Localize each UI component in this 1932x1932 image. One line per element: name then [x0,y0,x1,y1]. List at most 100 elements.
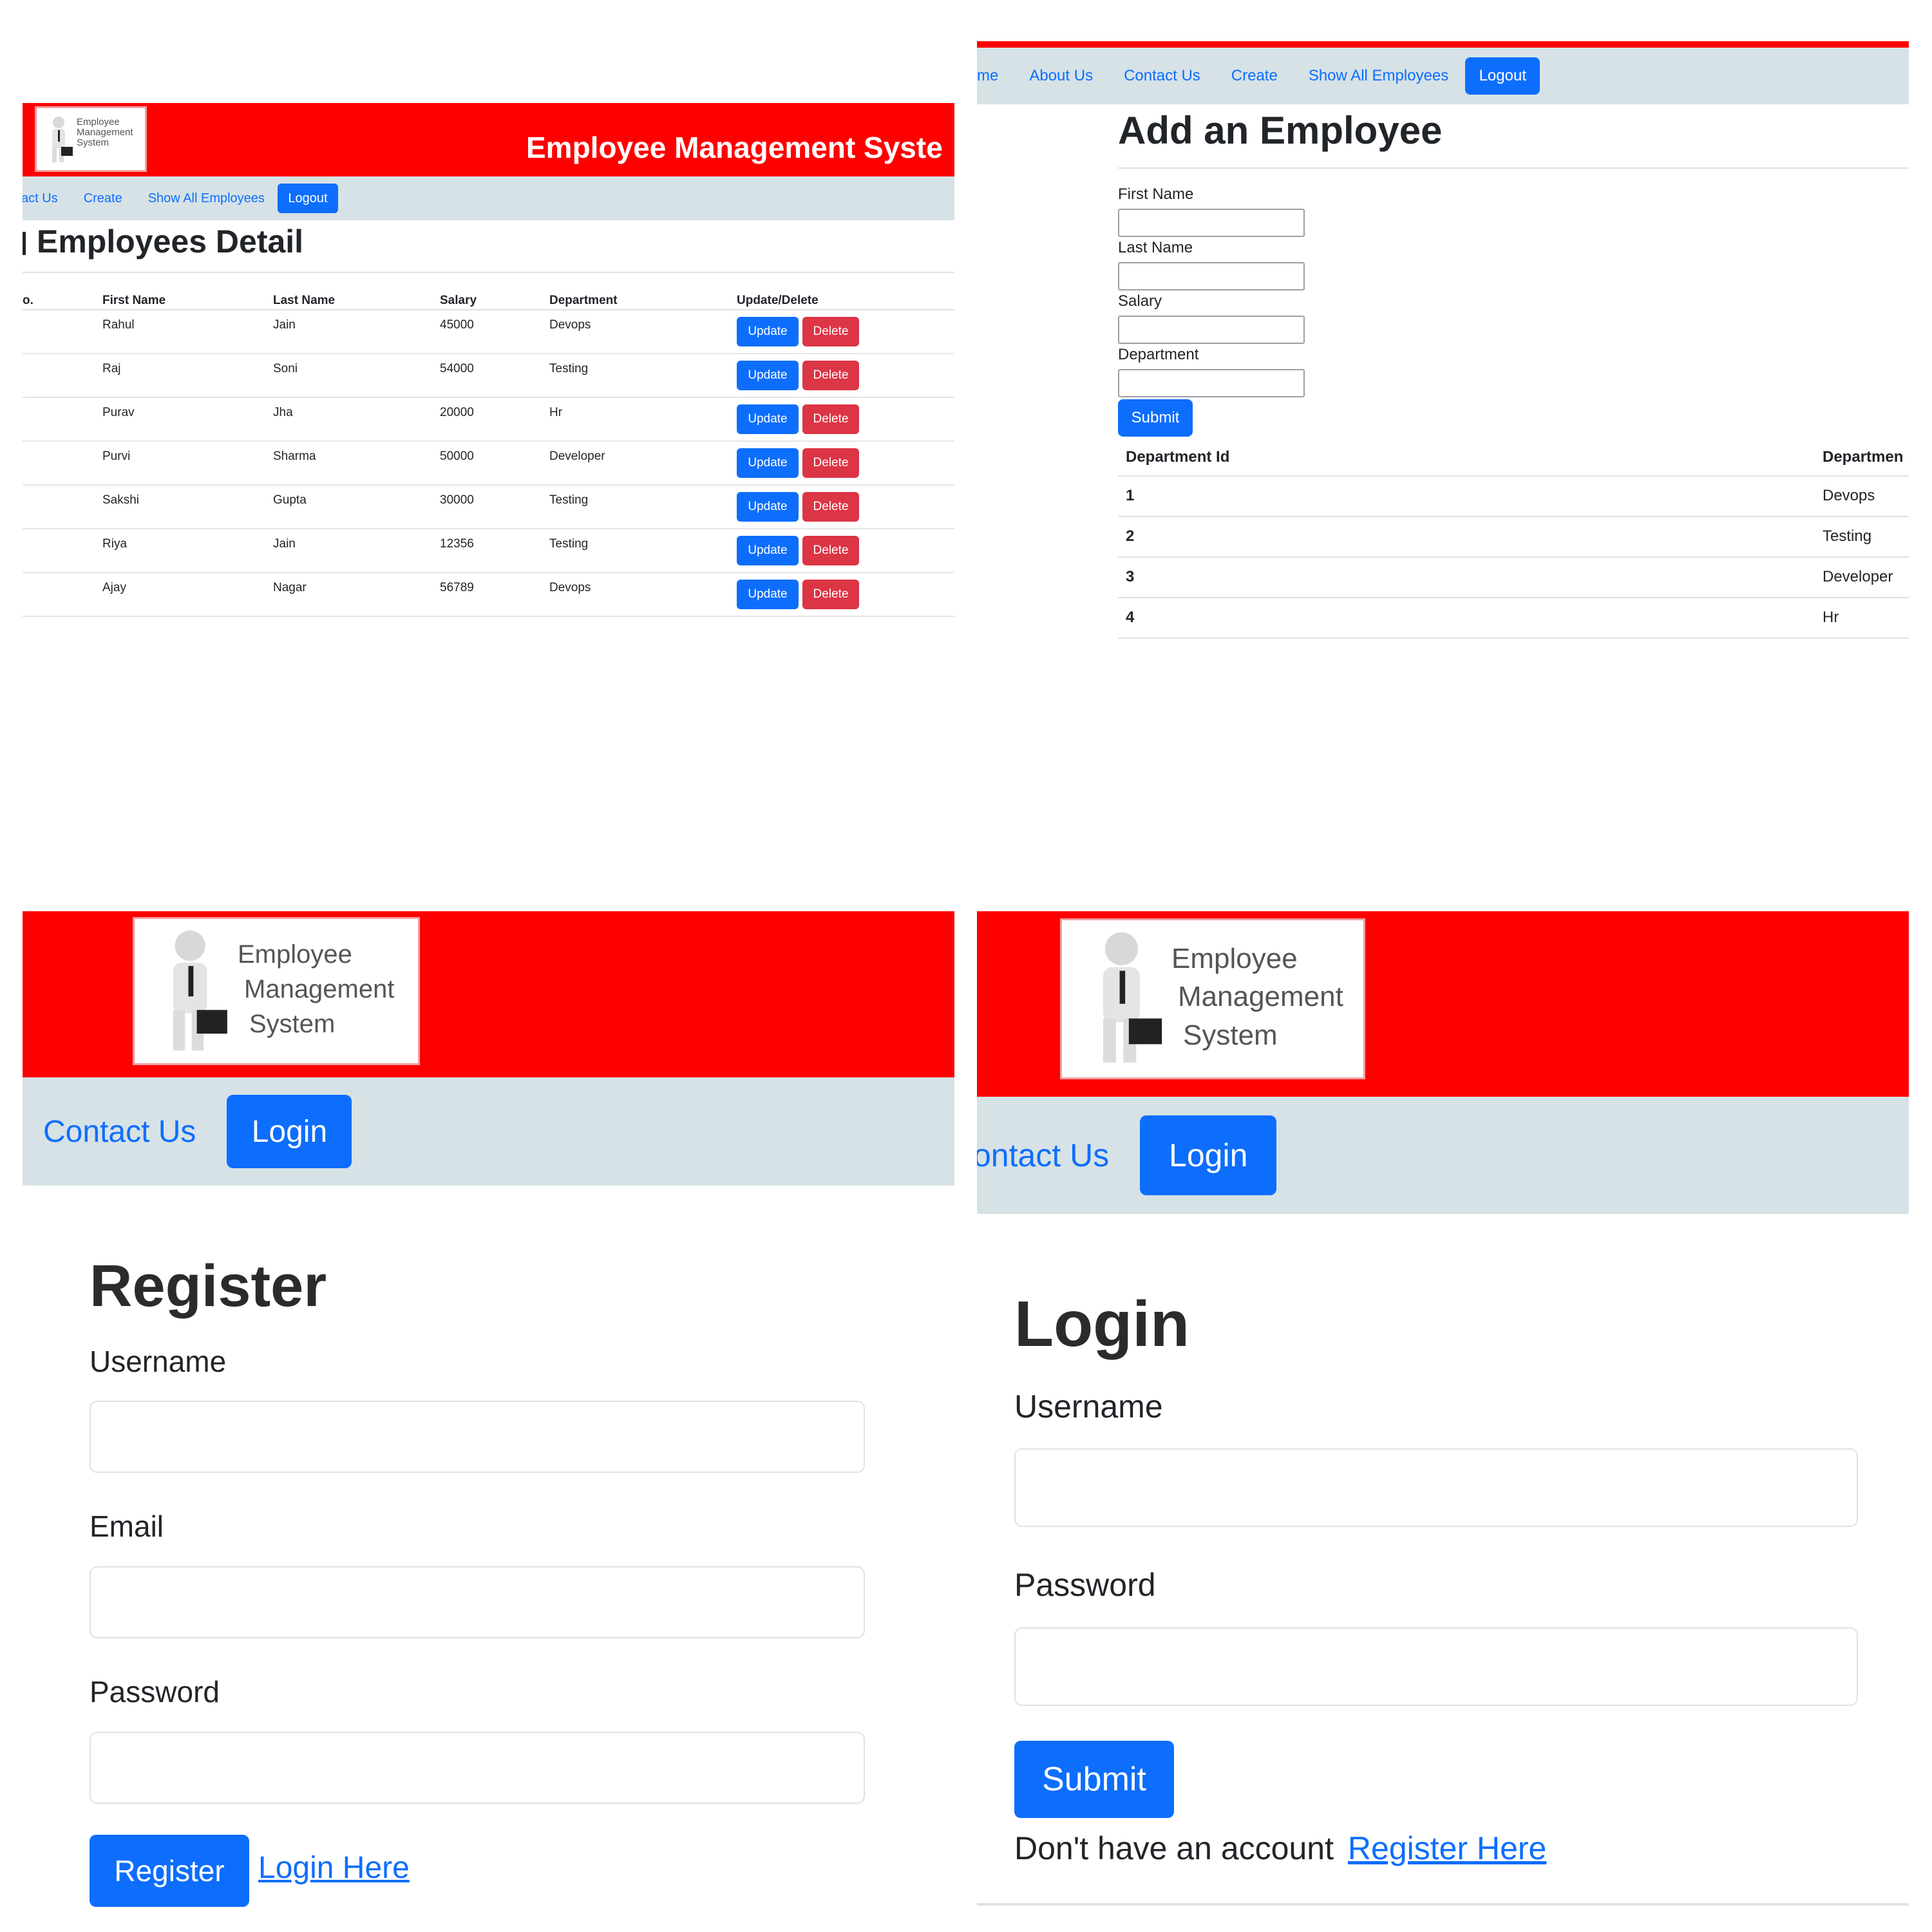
username-label: Username [1014,1388,1163,1425]
page-title: Employees Detail [37,223,304,260]
logout-button[interactable]: Logout [1465,57,1540,95]
logout-button[interactable]: Logout [277,184,338,213]
delete-button[interactable]: Delete [802,448,859,478]
department-id-cell: 4 [1126,609,1135,626]
last-name-input[interactable] [1118,262,1305,290]
username-input[interactable] [90,1401,865,1473]
businessman-with-briefcase-icon [173,930,227,1051]
nav-bar: ontact Us Login [977,1097,1909,1214]
left-accent [23,232,26,255]
salary-input[interactable] [1118,316,1305,344]
email-label: Email [90,1510,164,1543]
submit-button[interactable]: Submit [1014,1741,1174,1818]
department-cell: Devops [549,581,591,594]
col-department-name: Departmen [1823,448,1904,466]
nav-contact-us[interactable]: Contact Us [43,1114,196,1150]
email-input[interactable] [90,1566,865,1638]
nav-create[interactable]: Create [1231,67,1278,85]
password-label: Password [90,1675,220,1709]
department-label: Department [1118,346,1199,363]
update-button[interactable]: Update [737,492,799,522]
nav-home[interactable]: me [977,67,998,85]
app-logo: Employee Management System [133,917,420,1065]
register-here-link[interactable]: Register Here [1348,1830,1546,1866]
delete-button[interactable]: Delete [802,404,859,434]
update-button[interactable]: Update [737,404,799,434]
submit-button[interactable]: Submit [1118,399,1193,437]
department-cell: Testing [549,493,589,507]
logo-text: Employee Management System [1171,943,1343,1051]
app-logo: Employee Management System [1060,918,1365,1079]
department-table: Department Id Departmen 1 Devops 2 Testing 3… [1118,439,1909,639]
password-label: Password [1014,1567,1156,1603]
register-prompt-text: Don't have an account [1014,1830,1334,1866]
department-table-body: 1 Devops 2 Testing 3 Developer 4 Hr [1118,477,1909,639]
nav-create[interactable]: Create [84,191,122,206]
department-cell: Developer [549,450,605,463]
salary-cell: 54000 [440,362,474,375]
update-button[interactable]: Update [737,361,799,390]
salary-cell: 56789 [440,581,474,594]
logo-text: Employee Management System [238,940,395,1038]
nav-contact-us[interactable]: ontact Us [977,1137,1109,1174]
username-input[interactable] [1014,1448,1858,1527]
register-button[interactable]: Register [90,1835,249,1907]
department-name-cell: Devops [1823,487,1875,504]
table-body: Rahul Jain 45000 Devops Update Delete Raj Soni 5… [23,310,954,617]
businessman-with-briefcase-icon [1103,932,1162,1063]
nav-contact-us[interactable]: Contact Us [1124,67,1200,85]
delete-button[interactable]: Delete [802,317,859,346]
update-button[interactable]: Update [737,317,799,346]
salary-cell: 50000 [440,450,474,463]
header-bar: Employee Management System Employee Manage… [23,103,954,176]
update-button[interactable]: Update [737,580,799,609]
table-row: Rahul Jain 45000 Devops Update Delete [23,310,954,354]
col-first-name: First Name [102,294,166,307]
app-logo: Employee Management System [35,106,147,172]
register-prompt: Don't have an account Register Here [1014,1830,1546,1867]
update-button[interactable]: Update [737,448,799,478]
login-button[interactable]: Login [1140,1115,1277,1195]
employees-detail-panel: Employee Management System Employee Manage… [23,103,954,631]
password-input[interactable] [90,1732,865,1804]
col-department-id: Department Id [1126,448,1230,466]
last-name-cell: Gupta [273,493,307,507]
app-title: Employee Management Syste [526,131,943,164]
register-panel: Employee Management System Contact Us Logi… [23,911,954,1916]
delete-button[interactable]: Delete [802,361,859,390]
department-id-cell: 3 [1126,568,1135,585]
last-name-cell: Nagar [273,581,307,594]
delete-button[interactable]: Delete [802,580,859,609]
nav-about-us[interactable]: About Us [1029,67,1093,85]
table-row: Purvi Sharma 50000 Developer Update Delete [23,442,954,486]
nav-bar: me About Us Contact Us Create Show All E… [977,48,1909,104]
department-input[interactable] [1118,369,1305,397]
department-row: 4 Hr [1118,598,1909,639]
login-here-link[interactable]: Login Here [258,1850,410,1886]
login-button[interactable]: Login [227,1095,352,1168]
header-bar: Employee Management System [977,911,1909,1097]
nav-show-all-employees[interactable]: Show All Employees [1309,67,1448,85]
col-id: o. [23,294,33,307]
title-divider [23,272,954,273]
update-button[interactable]: Update [737,536,799,565]
add-employee-panel: me About Us Contact Us Create Show All E… [977,39,1909,644]
department-cell: Testing [549,537,589,551]
nav-contact-us[interactable]: act Us [23,191,58,206]
department-name-cell: Developer [1823,568,1893,585]
logo-text: Employee Management System [77,117,133,148]
first-name-input[interactable] [1118,209,1305,237]
password-input[interactable] [1014,1627,1858,1706]
username-label: Username [90,1345,227,1378]
nav-show-all-employees[interactable]: Show All Employees [148,191,265,206]
title-divider [1118,167,1909,169]
department-row: 3 Developer [1118,558,1909,598]
delete-button[interactable]: Delete [802,492,859,522]
department-cell: Testing [549,362,589,375]
page-title: Add an Employee [1118,109,1443,152]
department-row: 1 Devops [1118,477,1909,517]
delete-button[interactable]: Delete [802,536,859,565]
bottom-divider [977,1903,1909,1906]
salary-cell: 45000 [440,318,474,332]
first-name-cell: Rahul [102,318,135,332]
